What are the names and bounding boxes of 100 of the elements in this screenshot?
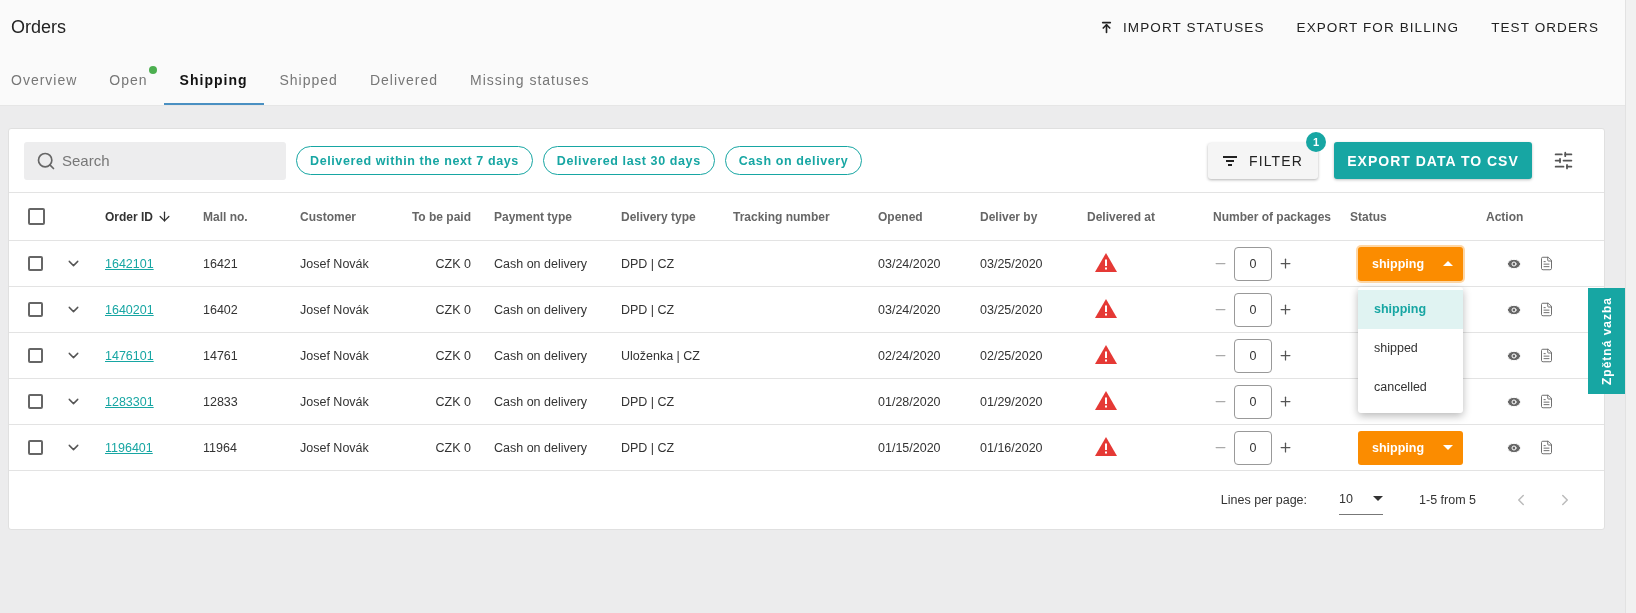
sort-arrow-icon <box>157 209 172 224</box>
table-cell: CZK 0 <box>435 348 471 363</box>
table-cell: 03/25/2020 <box>980 302 1043 317</box>
column-header[interactable]: Opened <box>878 209 923 224</box>
table-cell: Uloženka | CZ <box>621 348 700 363</box>
header-action-button[interactable]: TEST ORDERS <box>1475 13 1615 41</box>
status-option[interactable]: cancelled <box>1358 367 1463 407</box>
column-settings-icon[interactable] <box>1553 150 1574 171</box>
column-header[interactable]: Action <box>1486 209 1524 224</box>
table-cell: Cash on delivery <box>494 440 588 455</box>
table-cell: 01/28/2020 <box>878 394 941 409</box>
order-id-link[interactable]: 1640201 <box>105 302 154 317</box>
package-count-field[interactable]: 0 <box>1234 338 1272 373</box>
package-count-field[interactable]: 0 <box>1234 384 1272 419</box>
column-header[interactable]: Delivered at <box>1087 209 1156 224</box>
tab[interactable]: Missing statuses <box>454 58 606 105</box>
package-count-field[interactable]: 0 <box>1234 246 1272 281</box>
increase-icon[interactable] <box>1278 302 1293 317</box>
row-checkbox[interactable] <box>28 348 43 363</box>
document-icon[interactable] <box>1539 301 1554 317</box>
table-cell: 03/24/2020 <box>878 302 941 317</box>
table-cell: Cash on delivery <box>494 256 588 271</box>
table-cell: Josef Novák <box>300 302 369 317</box>
page-title: Orders <box>11 16 66 38</box>
table-cell: 01/16/2020 <box>980 440 1043 455</box>
table-cell: CZK 0 <box>435 440 471 455</box>
document-icon[interactable] <box>1539 439 1554 455</box>
table-cell: Cash on delivery <box>494 348 588 363</box>
warning-icon <box>1095 298 1117 318</box>
package-count-field[interactable]: 0 <box>1234 430 1272 465</box>
select-all-checkbox[interactable] <box>28 208 45 225</box>
upload-icon <box>1100 20 1113 34</box>
tab[interactable]: Overview <box>0 58 94 105</box>
increase-icon[interactable] <box>1278 256 1293 271</box>
row-checkbox[interactable] <box>28 394 43 409</box>
tab[interactable]: Shipped <box>263 58 354 105</box>
table-cell: 16421 <box>203 256 238 271</box>
table-cell: Cash on delivery <box>494 394 588 409</box>
order-id-link[interactable]: 1476101 <box>105 348 154 363</box>
table-cell: Josef Novák <box>300 394 369 409</box>
quick-filter-chip[interactable]: Cash on delivery <box>724 146 863 175</box>
table-cell: 02/25/2020 <box>980 348 1043 363</box>
tab[interactable]: Open <box>93 58 164 105</box>
table-cell: Josef Novák <box>300 256 369 271</box>
caret-icon <box>1443 445 1453 450</box>
document-icon[interactable] <box>1539 255 1554 271</box>
table-cell: 01/29/2020 <box>980 394 1043 409</box>
table-cell: 11964 <box>203 440 237 455</box>
table-cell: Josef Novák <box>300 440 369 455</box>
quick-filter-chip[interactable]: Delivered within the next 7 days <box>296 146 533 175</box>
document-icon[interactable] <box>1539 393 1554 409</box>
increase-icon[interactable] <box>1278 440 1293 455</box>
quick-filter-chip[interactable]: Delivered last 30 days <box>542 146 715 175</box>
row-checkbox[interactable] <box>28 302 43 317</box>
increase-icon[interactable] <box>1278 348 1293 363</box>
order-id-link[interactable]: 1642101 <box>105 256 154 271</box>
header-action-button[interactable]: IMPORT STATUSES <box>1084 13 1281 41</box>
page-range: 1-5 from 5 <box>1419 493 1476 507</box>
search-field[interactable]: Search <box>24 141 286 180</box>
package-count-field[interactable]: 0 <box>1234 292 1272 327</box>
column-header[interactable]: Order ID <box>105 209 153 224</box>
export-csv-button[interactable]: EXPORT DATA TO CSV <box>1334 142 1532 179</box>
column-header[interactable]: Status <box>1350 209 1387 224</box>
table-cell: DPD | CZ <box>621 302 675 317</box>
table-cell: 16402 <box>203 302 238 317</box>
table-cell: Josef Novák <box>300 348 369 363</box>
table-cell: 03/25/2020 <box>980 256 1043 271</box>
status-option[interactable]: shipped <box>1358 328 1463 368</box>
column-header[interactable]: Customer <box>300 209 356 224</box>
table-cell: 14761 <box>203 348 238 363</box>
table-cell: 03/24/2020 <box>878 256 941 271</box>
table-cell: CZK 0 <box>435 256 471 271</box>
table-cell: DPD | CZ <box>621 256 675 271</box>
column-header[interactable]: Mall no. <box>203 209 248 224</box>
warning-icon <box>1095 390 1117 410</box>
warning-icon <box>1095 344 1117 364</box>
lines-per-page-select[interactable]: 10 <box>1339 485 1384 515</box>
row-checkbox[interactable] <box>28 440 43 455</box>
table-cell: DPD | CZ <box>621 440 675 455</box>
column-header[interactable]: To be paid <box>411 209 471 224</box>
table-cell: 01/15/2020 <box>878 440 941 455</box>
order-id-link[interactable]: 1196401 <box>105 440 153 455</box>
filter-icon <box>1223 155 1238 166</box>
caret-icon <box>1373 496 1384 501</box>
table-cell: CZK 0 <box>435 302 471 317</box>
column-header[interactable]: Tracking number <box>733 209 830 224</box>
column-header[interactable]: Deliver by <box>980 209 1038 224</box>
feedback-tab[interactable]: Zpětná vazba <box>1588 288 1625 394</box>
column-header[interactable]: Delivery type <box>621 209 696 224</box>
increase-icon[interactable] <box>1278 394 1293 409</box>
lines-per-page-label: Lines per page: <box>1220 493 1308 507</box>
tab[interactable]: Shipping <box>163 58 264 105</box>
column-header[interactable]: Payment type <box>494 209 573 224</box>
table-cell: DPD | CZ <box>621 394 675 409</box>
column-header[interactable]: Number of packages <box>1213 209 1332 224</box>
row-checkbox[interactable] <box>28 256 43 271</box>
order-id-link[interactable]: 1283301 <box>105 394 154 409</box>
header-action-button[interactable]: EXPORT FOR BILLING <box>1280 13 1476 41</box>
document-icon[interactable] <box>1539 347 1554 363</box>
tab[interactable]: Delivered <box>353 58 455 105</box>
